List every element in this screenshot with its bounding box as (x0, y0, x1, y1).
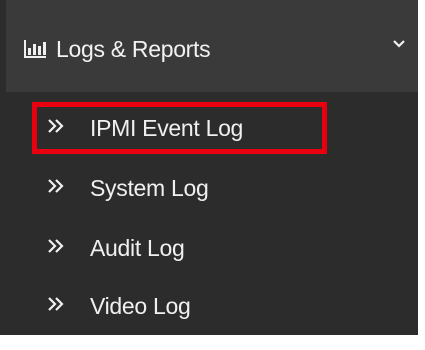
submenu-item-label: IPMI Event Log (90, 115, 244, 141)
submenu-item-system-log[interactable]: System Log (0, 159, 418, 219)
submenu-item-label: Video Log (90, 293, 191, 319)
double-chevron-right-icon (48, 119, 64, 133)
chevron-down-icon[interactable] (393, 39, 405, 49)
sidebar-menu: Logs & Reports IPMI Event Log System Log (0, 0, 418, 335)
submenu-item-ipmi-event-log[interactable]: IPMI Event Log (0, 99, 418, 159)
page-edge (418, 0, 425, 350)
submenu-item-label: System Log (90, 175, 209, 201)
bar-chart-icon (24, 40, 46, 58)
logs-reports-menu-header[interactable]: Logs & Reports (0, 0, 418, 92)
submenu-item-video-log[interactable]: Video Log (0, 277, 418, 337)
double-chevron-right-icon (48, 297, 64, 311)
double-chevron-right-icon (48, 179, 64, 193)
logs-reports-label: Logs & Reports (56, 36, 211, 62)
submenu-item-label: Audit Log (90, 235, 185, 261)
logs-reports-submenu: IPMI Event Log System Log Audit Log Vide… (0, 92, 418, 335)
double-chevron-right-icon (48, 239, 64, 253)
submenu-item-audit-log[interactable]: Audit Log (0, 219, 418, 279)
